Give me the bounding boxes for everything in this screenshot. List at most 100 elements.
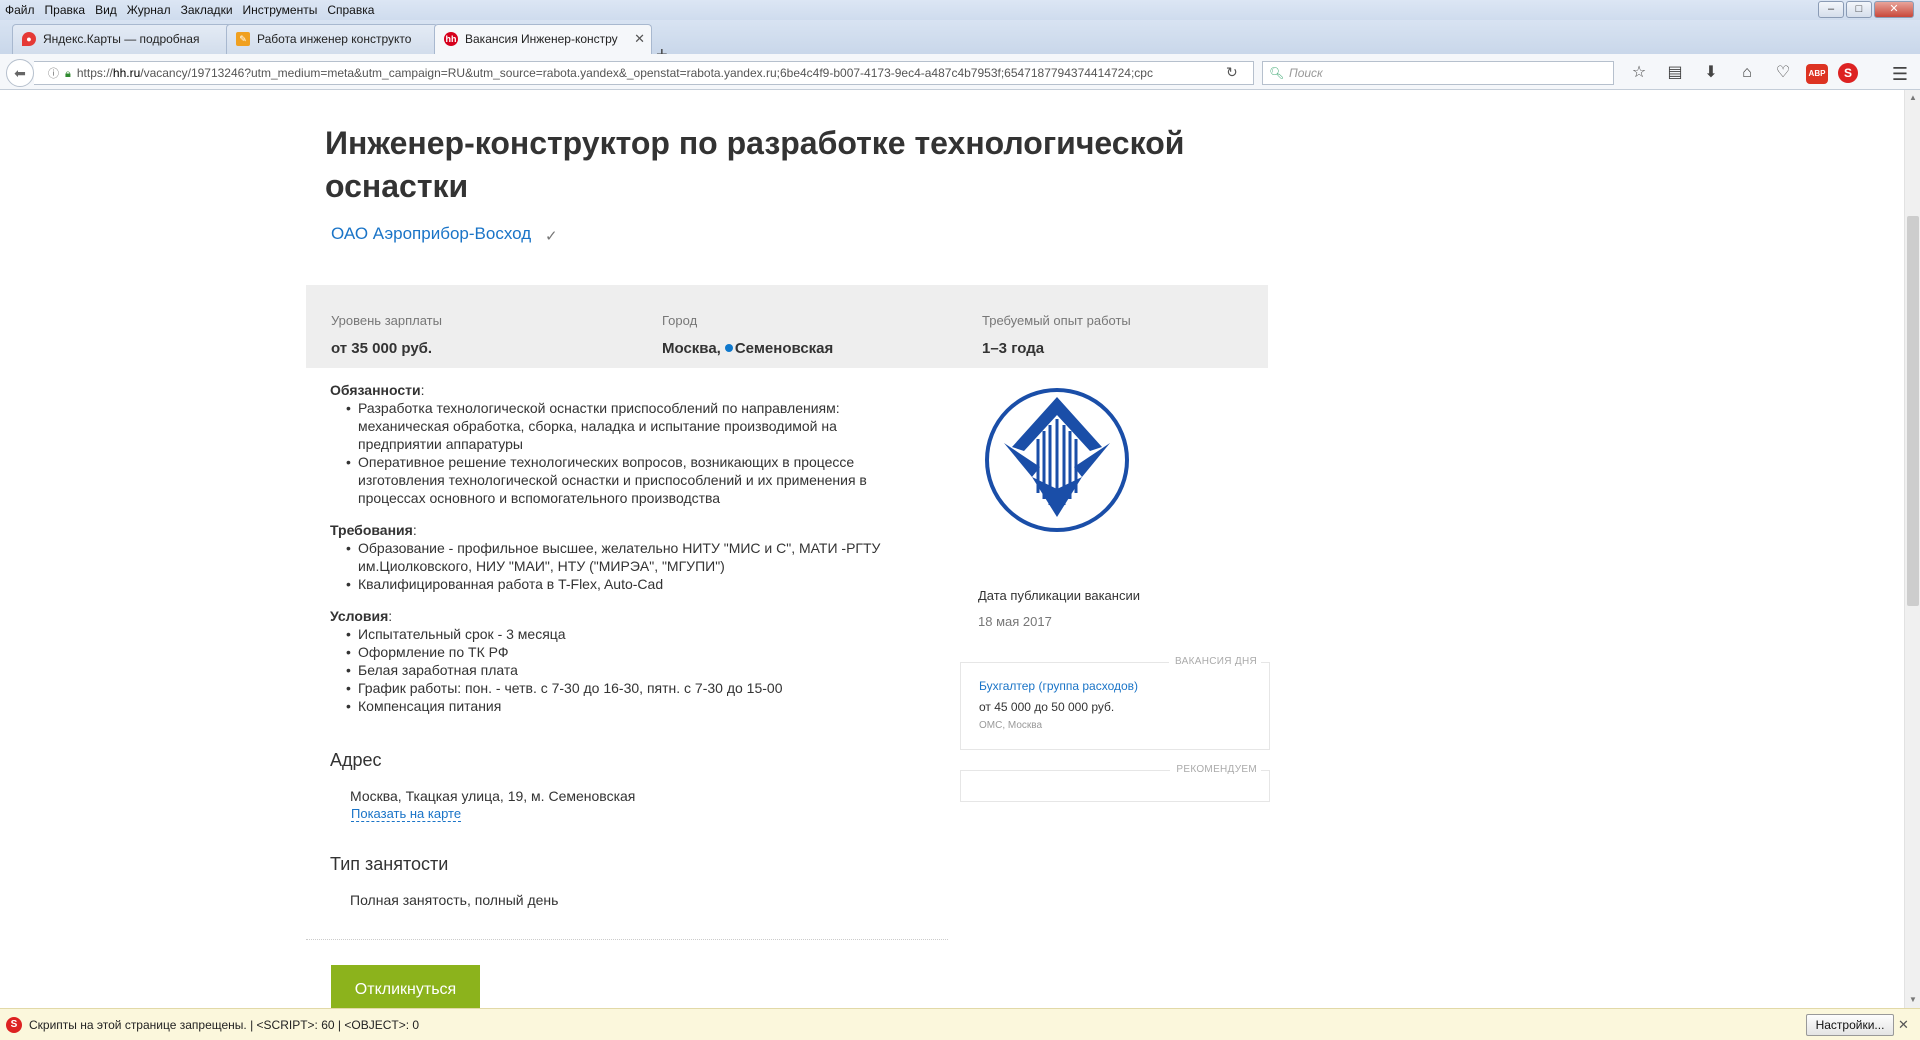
vacancy-info-block: Уровень зарплаты от 35 000 руб. Город Мо… xyxy=(306,285,1268,368)
list-item: Испытательный срок - 3 месяца xyxy=(346,625,910,643)
download-icon[interactable]: ⬇ xyxy=(1698,62,1724,84)
close-notification-icon[interactable]: ✕ xyxy=(1898,1017,1909,1033)
divider xyxy=(306,939,948,940)
tab-strip: ● Яндекс.Карты — подробная ✎ Работа инже… xyxy=(0,20,1920,66)
menu-bookmarks[interactable]: Закладки xyxy=(176,0,238,17)
employment-heading: Тип занятости xyxy=(330,854,449,874)
verified-check-icon: ✓ xyxy=(545,228,558,245)
minimize-button[interactable]: – xyxy=(1818,1,1844,18)
navigation-bar: ⬅ ⓘ 🔒︎ https://hh.ru/vacancy/19713246?utm_… xyxy=(0,54,1920,90)
notification-text: Скрипты на этой странице запрещены. | <S… xyxy=(29,1018,420,1032)
reload-icon[interactable]: ↻ xyxy=(1226,64,1238,81)
bookmark-star-icon[interactable]: ☆ xyxy=(1626,62,1652,84)
requirements-heading: Требования: xyxy=(330,522,417,538)
list-item: График работы: пон. - четв. с 7-30 до 16… xyxy=(346,679,910,697)
url-domain: hh.ru xyxy=(112,66,141,80)
company-link[interactable]: ОАО Аэроприбор-Восход xyxy=(331,224,531,244)
hh-icon: hh xyxy=(444,32,458,46)
recommended-title: РЕКОМЕНДУЕМ xyxy=(1170,764,1261,775)
duties-heading: Обязанности: xyxy=(330,382,425,398)
close-window-button[interactable]: ✕ xyxy=(1874,1,1914,18)
city-info: Город Москва, Семеновская xyxy=(662,313,833,357)
list-item: Оформление по ТК РФ xyxy=(346,643,910,661)
maximize-button[interactable]: □ xyxy=(1846,1,1872,18)
address-heading: Адрес xyxy=(330,750,382,770)
menu-bar: Файл Правка Вид Журнал Закладки Инструменты Сп… xyxy=(0,0,1920,20)
menu-help[interactable]: Справка xyxy=(322,0,379,17)
address-value: Москва, Ткацкая улица, 19, м. Семеновска… xyxy=(350,788,636,804)
metro-station: Семеновская xyxy=(734,340,834,357)
menu-view[interactable]: Вид xyxy=(90,0,122,17)
city-name: Москва, xyxy=(662,340,721,357)
vacancy-of-day-link[interactable]: Бухгалтер (группа расходов) xyxy=(979,679,1138,693)
publication-date: 18 мая 2017 xyxy=(978,614,1052,629)
show-on-map-link[interactable]: Показать на карте xyxy=(351,806,462,822)
list-item: Квалифицированная работа в T-Flex, Auto-… xyxy=(346,575,910,593)
menu-history[interactable]: Журнал xyxy=(122,0,176,17)
tab-label: Яндекс.Карты — подробная xyxy=(43,32,200,46)
scroll-up-arrow-icon[interactable]: ▲ xyxy=(1905,90,1920,106)
experience-value: 1–3 года xyxy=(982,340,1045,357)
noscript-icon[interactable]: S xyxy=(1838,63,1858,83)
vertical-scrollbar[interactable]: ▲ ▼ xyxy=(1904,90,1920,1008)
respond-button[interactable]: Откликнуться xyxy=(331,965,480,1008)
tab-rabota-search[interactable]: ✎ Работа инженер конструкто xyxy=(226,24,438,54)
scroll-thumb[interactable] xyxy=(1907,216,1919,606)
tab-label: Работа инженер конструкто xyxy=(257,32,412,46)
browser-chrome: Файл Правка Вид Журнал Закладки Инструменты Сп… xyxy=(0,0,1920,90)
search-input[interactable]: 🔍︎ Поиск xyxy=(1262,61,1614,85)
vacancy-of-day-title: ВАКАНСИЯ ДНЯ xyxy=(1169,656,1261,667)
list-item: Компенсация питания xyxy=(346,697,910,715)
tab-vacancy[interactable]: hh Вакансия Инженер-констру ✕ xyxy=(434,24,652,55)
tab-label: Вакансия Инженер-констру xyxy=(465,32,618,46)
bookmarks-list-icon[interactable]: ▤ xyxy=(1662,62,1688,84)
list-item: Образование - профильное высшее, желател… xyxy=(346,539,910,575)
search-icon: 🔍︎ xyxy=(1269,66,1285,80)
vacancy-of-day-company: ОМС, Москва xyxy=(979,720,1043,731)
duties-list: Разработка технологической оснастки прис… xyxy=(330,399,910,507)
tab-yandex-maps[interactable]: ● Яндекс.Карты — подробная xyxy=(12,24,232,54)
map-pin-icon: ● xyxy=(22,32,36,46)
url-path: /vacancy/19713246?utm_medium=meta&utm_ca… xyxy=(140,66,1153,80)
search-placeholder: Поиск xyxy=(1289,66,1323,80)
adblock-icon[interactable]: ABP xyxy=(1806,63,1828,84)
city-label: Город xyxy=(662,313,698,328)
list-item: Разработка технологической оснастки прис… xyxy=(346,399,910,453)
noscript-notification-bar: S Скрипты на этой странице запрещены. | … xyxy=(0,1008,1920,1040)
list-item: Белая заработная плата xyxy=(346,661,910,679)
city-value: Москва, Семеновская xyxy=(662,340,833,357)
requirements-list: Образование - профильное высшее, желател… xyxy=(330,539,910,593)
hamburger-menu-icon[interactable]: ☰ xyxy=(1892,64,1908,85)
conditions-list: Испытательный срок - 3 месяца Оформление… xyxy=(330,625,910,715)
vacancy-description: Обязанности: Разработка технологической … xyxy=(330,381,910,715)
experience-label: Требуемый опыт работы xyxy=(982,313,1131,328)
list-item: Оперативное решение технологических вопр… xyxy=(346,453,910,507)
experience-info: Требуемый опыт работы 1–3 года xyxy=(982,313,1131,357)
menu-tools[interactable]: Инструменты xyxy=(238,0,323,17)
address-bar[interactable]: ⓘ 🔒︎ https://hh.ru/vacancy/19713246?utm_me… xyxy=(34,61,1254,85)
url-prefix: https:// xyxy=(76,66,113,80)
notification-settings-button[interactable]: Настройки... xyxy=(1806,1014,1894,1036)
page-content: Инженер-конструктор по разработке технол… xyxy=(0,90,1904,1008)
employment-value: Полная занятость, полный день xyxy=(350,892,559,908)
home-icon[interactable]: ⌂ xyxy=(1734,62,1760,84)
menu-edit[interactable]: Правка xyxy=(40,0,91,17)
toolbar-icons: ☆ ▤ ⬇ ⌂ ♡ ABP S xyxy=(1626,61,1858,85)
close-tab-icon[interactable]: ✕ xyxy=(634,25,645,53)
menu-file[interactable]: Файл xyxy=(0,0,40,17)
publication-date-label: Дата публикации вакансии xyxy=(978,588,1140,603)
company-logo[interactable] xyxy=(982,385,1132,535)
back-button[interactable]: ⬅ xyxy=(6,59,34,87)
info-icon[interactable]: ⓘ xyxy=(48,63,59,84)
vacancy-of-day-salary: от 45 000 до 50 000 руб. xyxy=(979,700,1115,714)
noscript-icon: S xyxy=(6,1017,22,1033)
scroll-down-arrow-icon[interactable]: ▼ xyxy=(1905,992,1920,1008)
page-icon: ✎ xyxy=(236,32,250,46)
salary-info: Уровень зарплаты от 35 000 руб. xyxy=(331,313,442,357)
metro-icon xyxy=(724,344,733,352)
pocket-icon[interactable]: ♡ xyxy=(1770,62,1796,84)
salary-value: от 35 000 руб. xyxy=(331,340,433,357)
vacancy-title: Инженер-конструктор по разработке технол… xyxy=(325,125,1185,204)
conditions-heading: Условия: xyxy=(330,608,393,624)
salary-label: Уровень зарплаты xyxy=(331,313,442,328)
